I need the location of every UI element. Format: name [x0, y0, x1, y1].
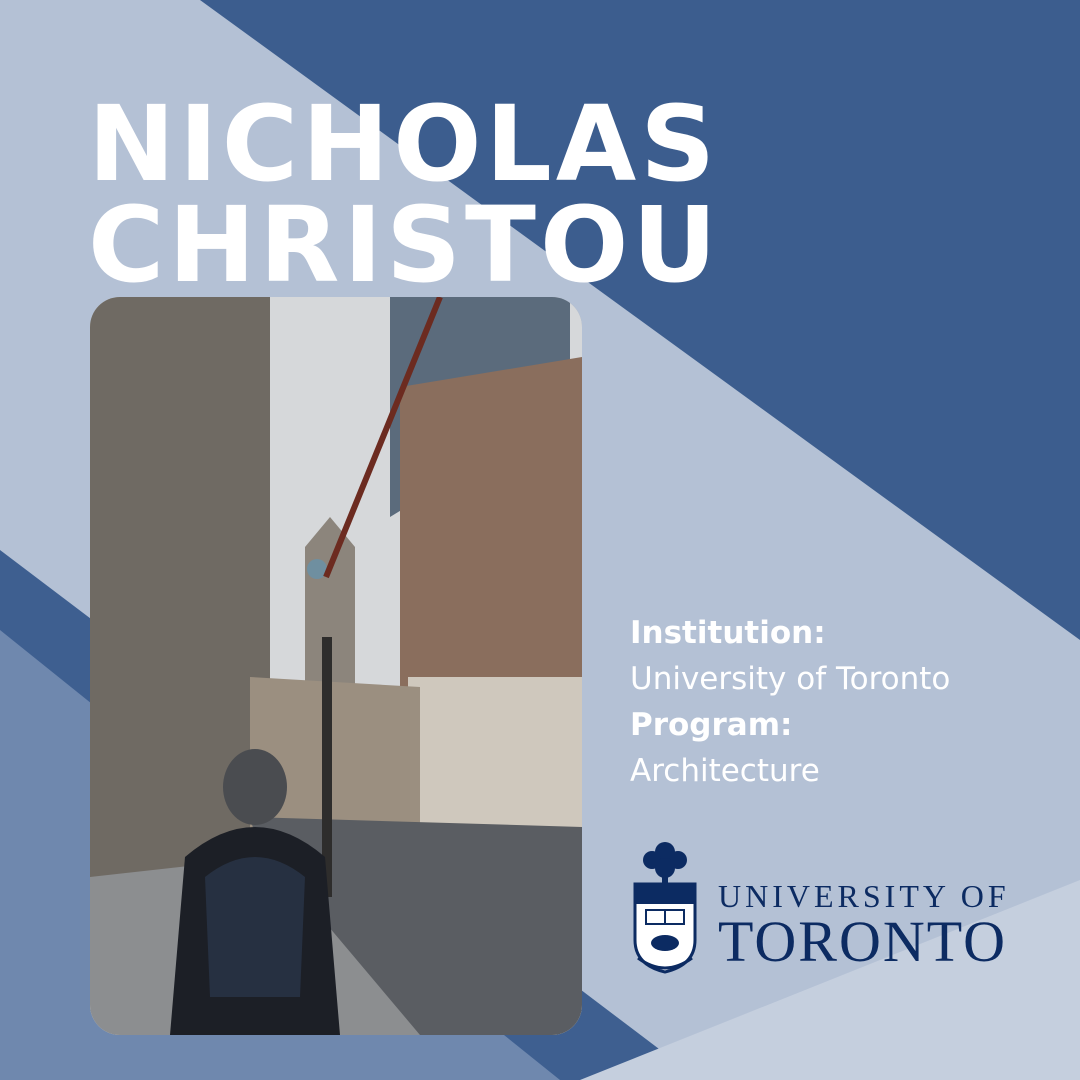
institution-value: University of Toronto: [630, 661, 951, 697]
first-name-heading: NICHOLAS: [88, 83, 720, 205]
street-photo: [90, 297, 582, 1035]
logo-toronto: TORONTO: [718, 909, 1007, 974]
details-block: Institution: University of Toronto Progr…: [630, 610, 1070, 794]
program-value: Architecture: [630, 753, 820, 789]
program-label: Program:: [630, 707, 793, 743]
last-name-heading: CHRISTOU: [88, 184, 721, 306]
institution-label: Institution:: [630, 615, 826, 651]
